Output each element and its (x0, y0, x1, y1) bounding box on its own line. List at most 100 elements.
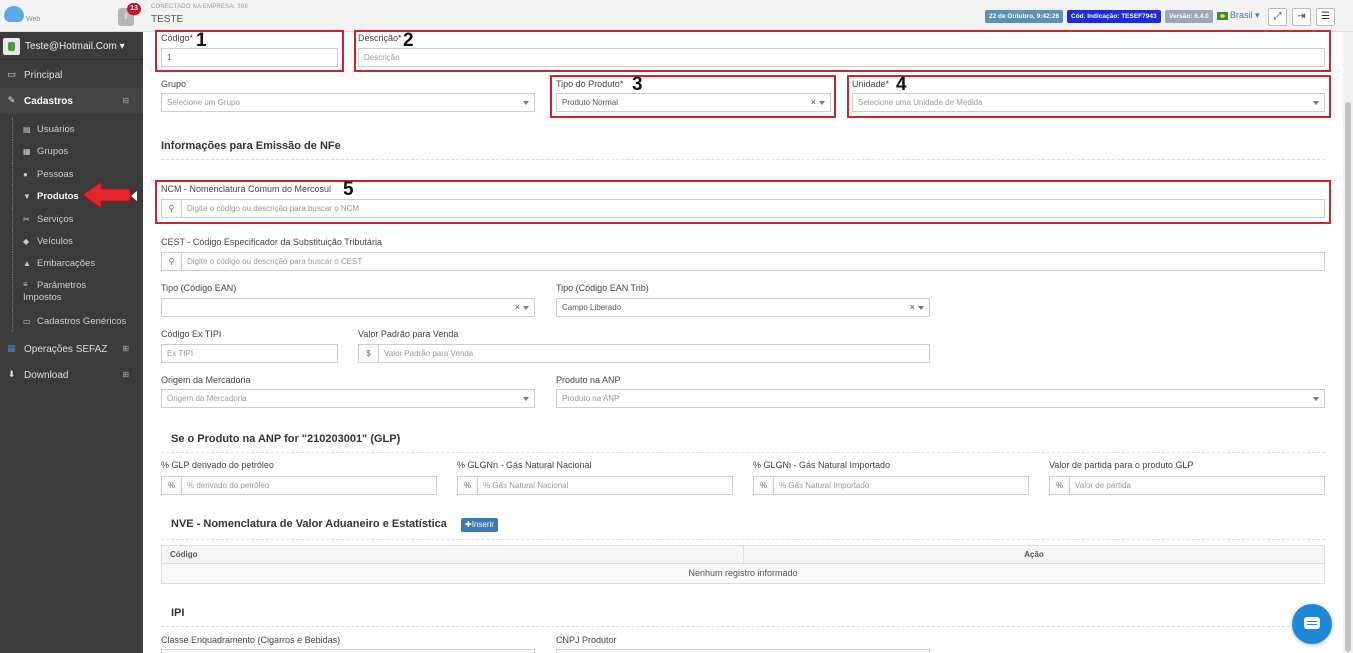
car-icon: ◆ (23, 236, 30, 246)
origem-select[interactable]: Origem da Mercadoria (161, 389, 535, 408)
company-label: CONECTADO NA EMPRESA: 398 (151, 4, 248, 10)
annotation-box-1 (155, 30, 344, 72)
glgni-placeholder: % Gás Natural Importado (779, 481, 870, 490)
sidebar-item-cadastros[interactable]: ✎ Cadastros ⊟ (0, 88, 143, 114)
annotation-box-5 (155, 180, 1331, 224)
people-icon: ● (23, 169, 28, 179)
insert-button-label: Inserir (471, 520, 494, 529)
partida-input[interactable]: % Valor de partida (1049, 476, 1325, 495)
language-select[interactable]: Brasil ▾ (1230, 10, 1260, 21)
sidebar-subitem-label: Produtos (37, 191, 79, 203)
grupo-select-value: Selecione um Grupo (167, 98, 240, 107)
cest-label: CEST - Código Especificador da Substitui… (161, 237, 382, 247)
grupo-select[interactable]: Selecione um Grupo (161, 93, 535, 112)
caret-down-icon (523, 101, 529, 105)
anp-label: Produto na ANP (556, 375, 621, 385)
windows-icon: ▦ (7, 343, 16, 354)
percent-addon: % (162, 477, 182, 494)
logout-button[interactable]: ⇥ (1292, 8, 1311, 26)
group-icon: ▦ (23, 147, 31, 157)
glp-label: % GLP derivado do petróleo (161, 460, 274, 470)
avatar (3, 38, 20, 55)
nve-section-title: NVE - Nomenclatura de Valor Aduaneiro e … (171, 518, 447, 530)
ipi-section-title: IPI (171, 607, 185, 619)
sidebar-item-principal[interactable]: ▭ Principal (0, 62, 143, 88)
logout-icon: ⇥ (1297, 11, 1306, 22)
sidebar-item-label: Cadastros (24, 96, 73, 107)
sidebar-item-label: Operações SEFAZ (24, 344, 108, 356)
top-bar: Web i 13 CONECTADO NA EMPRESA: 398 TESTE… (0, 0, 1353, 32)
sidebar-subitem-label: Grupos (37, 146, 69, 158)
sidebar-subitem-parametros-impostos[interactable]: ≡ Parâmetros Impostos (0, 274, 143, 310)
valor-venda-input[interactable]: $ Valor Padrão para Venda (358, 344, 930, 363)
origem-label: Origem da Mercadoria (161, 375, 251, 385)
sidebar-item-download[interactable]: ⬇ Download ⊞ (0, 362, 143, 388)
scrollbar-thumb[interactable] (1345, 102, 1351, 652)
clear-icon[interactable]: × (515, 299, 520, 316)
sidebar-subitem-cadastros-genericos[interactable]: ▭ Cadastros Genéricos (0, 309, 143, 333)
download-icon: ⬇ (7, 369, 16, 380)
classe-enquadramento-select[interactable] (161, 649, 535, 653)
percent-addon: % (458, 477, 478, 494)
logo-text: Web (26, 16, 41, 23)
glp-input[interactable]: % % derivado do petróleo (161, 476, 437, 495)
glgnn-input[interactable]: % % Gás Natural Nacional (457, 476, 733, 495)
expand-icon: ⊞ (122, 344, 129, 354)
caret-down-icon (1313, 397, 1319, 401)
caret-down-icon (523, 306, 529, 310)
sidebar-subitem-grupos[interactable]: ▦ Grupos (0, 140, 143, 163)
glgni-input[interactable]: % % Gás Natural Importado (753, 476, 1029, 495)
section-divider (161, 159, 1325, 160)
clear-icon[interactable]: × (910, 299, 915, 316)
sidebar-subitem-servicos[interactable]: ✂ Serviços (0, 207, 143, 230)
sidebar-subitem-label: Veículos (37, 235, 73, 247)
vertical-scrollbar[interactable] (1343, 32, 1353, 653)
sidebar-subitem-label: Embarcações (37, 258, 96, 270)
chat-button[interactable] (1292, 604, 1332, 644)
empty-row: Nenhum registro informado (162, 564, 1324, 583)
ean-trib-select[interactable]: Campo Liberado × (556, 298, 930, 317)
valor-venda-label: Valor Padrão para Venda (358, 329, 459, 339)
sidebar-subitem-label: Usuários (37, 124, 75, 135)
search-icon: ⚲ (162, 253, 182, 270)
ship-icon: ▲ (23, 259, 31, 269)
cnpj-produtor-input[interactable] (556, 649, 930, 653)
cnpj-produtor-label: CNPJ Produtor (556, 635, 617, 645)
sidebar-subitem-embarcacoes[interactable]: ▲ Embarcações (0, 252, 143, 275)
partida-placeholder: Valor de partida (1075, 481, 1131, 490)
ean-trib-value: Campo Liberado (562, 303, 622, 312)
column-header-codigo[interactable]: Código (162, 546, 744, 564)
sidebar-subitem-veiculos[interactable]: ◆ Veículos (0, 229, 143, 253)
company-name: TESTE (151, 14, 184, 25)
app-logo[interactable]: Web (4, 6, 40, 28)
sidebar-subitem-usuarios[interactable]: ▤ Usuários (0, 118, 143, 141)
user-email: Teste@Hotmail.Com ▾ (25, 41, 125, 52)
sidebar: Teste@Hotmail.Com ▾ ▭ Principal ✎ Cadast… (0, 32, 143, 653)
percent-addon: % (1050, 477, 1070, 494)
glp-section-title: Se o Produto na ANP for "210203001" (GLP… (171, 433, 401, 445)
insert-nve-button[interactable]: ✚Inserir (461, 518, 498, 532)
ean-select[interactable]: × (161, 298, 535, 317)
shirt-icon: ▼ (23, 192, 31, 202)
nfe-section-title: Informações para Emissão de NFe (161, 140, 341, 152)
version-badge: Versão: 6.4.0 (1165, 10, 1213, 23)
menu-button[interactable]: ☰ (1316, 8, 1335, 26)
percent-addon: % (754, 477, 774, 494)
anp-select[interactable]: Produto na ANP (556, 389, 1325, 408)
glgni-label: % GLGNi - Gás Natural Importado (753, 460, 891, 470)
plus-icon: ✚ (465, 520, 472, 529)
extipi-input[interactable]: Ex TIPI (161, 344, 338, 363)
origem-value: Origem da Mercadoria (167, 394, 247, 403)
annotation-arrow-icon (82, 181, 132, 209)
edit-icon: ✎ (7, 95, 16, 105)
user-menu[interactable]: Teste@Hotmail.Com ▾ (0, 32, 143, 60)
sidebar-item-label: Download (24, 370, 69, 382)
date-badge: 22 de Outubro, 9:42:26 (985, 10, 1064, 23)
annotation-number-4: 4 (896, 74, 907, 95)
referral-code-badge: Cód. Indicação: TESEF7943 (1067, 10, 1161, 23)
nve-table: Código Ação Nenhum registro informado (161, 545, 1325, 584)
cest-search-input[interactable]: ⚲ Digite o código ou descrição para busca… (161, 252, 1325, 271)
classe-enquadramento-label: Classe Enquadramento (Cigarros e Bebidas… (161, 635, 341, 645)
fullscreen-button[interactable]: ⤢ (1268, 8, 1287, 26)
sidebar-item-operacoes-sefaz[interactable]: ▦ Operações SEFAZ ⊞ (0, 336, 143, 362)
